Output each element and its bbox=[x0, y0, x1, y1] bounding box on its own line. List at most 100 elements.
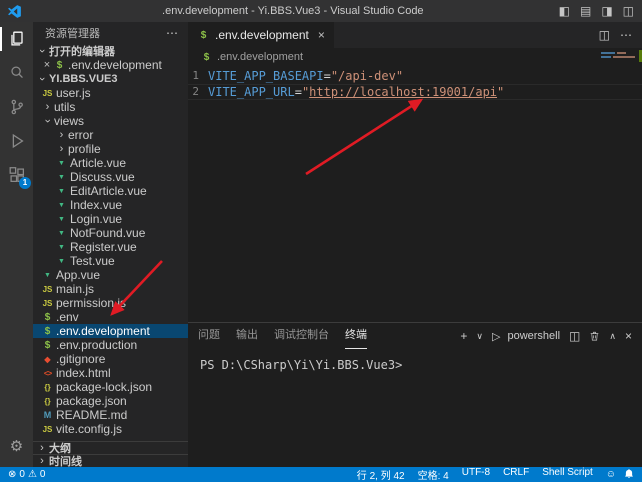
activity-search[interactable] bbox=[0, 56, 33, 90]
editor-group: $ .env.development × ◫ ⋯ $ .env.developm… bbox=[188, 22, 642, 322]
status-icons: ☺ bbox=[606, 468, 634, 482]
close-panel-icon[interactable]: × bbox=[625, 329, 632, 343]
status-cursor-position[interactable]: 行 2, 列 42 bbox=[357, 467, 405, 482]
open-editors-header[interactable]: › 打开的编辑器 bbox=[33, 44, 188, 58]
panel-tab-terminal[interactable]: 终端 bbox=[345, 323, 367, 349]
minimap[interactable] bbox=[601, 52, 637, 60]
more-actions-icon[interactable]: ⋯ bbox=[620, 28, 632, 42]
tree-item-NotFound.vue[interactable]: ▼NotFound.vue bbox=[33, 226, 188, 240]
toggle-sidebar-icon[interactable]: ◧ bbox=[559, 4, 570, 18]
tree-item-package.json[interactable]: {}package.json bbox=[33, 394, 188, 408]
tab-env-development[interactable]: $ .env.development × bbox=[188, 22, 334, 48]
chevron-down-icon[interactable]: ∨ bbox=[476, 331, 483, 342]
file-label: .env bbox=[56, 310, 79, 324]
status-problems[interactable]: ⊗ 0 ⚠ 0 bbox=[8, 469, 45, 480]
tree-item-EditArticle.vue[interactable]: ▼EditArticle.vue bbox=[33, 184, 188, 198]
tree-item-.env[interactable]: $.env bbox=[33, 310, 188, 324]
close-icon[interactable]: × bbox=[41, 59, 53, 71]
sidebar-explorer: 资源管理器 ⋯ › 打开的编辑器 × $ .env.development › … bbox=[33, 22, 188, 467]
tree-item-utils[interactable]: ›utils bbox=[33, 100, 188, 114]
file-label: Login.vue bbox=[70, 212, 122, 226]
tree-item-permission.js[interactable]: JSpermission.js bbox=[33, 296, 188, 310]
editor-actions: ◫ ⋯ bbox=[599, 22, 642, 48]
notifications-bell-icon[interactable] bbox=[624, 468, 634, 482]
tree-item-Index.vue[interactable]: ▼Index.vue bbox=[33, 198, 188, 212]
tree-item-Discuss.vue[interactable]: ▼Discuss.vue bbox=[33, 170, 188, 184]
tree-item-Login.vue[interactable]: ▼Login.vue bbox=[33, 212, 188, 226]
activity-settings[interactable]: ⚙ bbox=[0, 429, 33, 463]
status-indentation[interactable]: 空格: 4 bbox=[418, 467, 449, 482]
toggle-panel-icon[interactable]: ▤ bbox=[580, 4, 591, 18]
panel-header: 问题输出调试控制台终端 + ∨ ▷ powershell ◫ ∧ × bbox=[188, 323, 642, 349]
line-number: 1 bbox=[188, 68, 208, 84]
timeline-section[interactable]: › 时间线 bbox=[33, 454, 188, 467]
tree-item-Article.vue[interactable]: ▼Article.vue bbox=[33, 156, 188, 170]
tree-item-.gitignore[interactable]: ◆.gitignore bbox=[33, 352, 188, 366]
tree-item-views[interactable]: ›views bbox=[33, 114, 188, 128]
gear-icon: ⚙ bbox=[10, 437, 23, 455]
chevron-right-icon: › bbox=[36, 442, 48, 454]
file-label: .env.development bbox=[56, 324, 150, 338]
terminal-instance[interactable]: ▷ powershell bbox=[492, 330, 560, 343]
tree-item-Test.vue[interactable]: ▼Test.vue bbox=[33, 254, 188, 268]
shellscript-icon: $ bbox=[197, 30, 210, 41]
git-branch-icon bbox=[7, 97, 27, 117]
close-icon[interactable]: × bbox=[318, 28, 325, 42]
panel-tab-debug-console[interactable]: 调试控制台 bbox=[274, 323, 329, 349]
js-icon: JS bbox=[41, 89, 54, 98]
split-terminal-icon[interactable]: ◫ bbox=[569, 329, 580, 343]
status-bar: ⊗ 0 ⚠ 0 行 2, 列 42 空格: 4 UTF-8 CRLF Shell Scr… bbox=[0, 467, 642, 482]
tree-item-package-lock.json[interactable]: {}package-lock.json bbox=[33, 380, 188, 394]
activity-extensions[interactable]: 1 bbox=[0, 158, 33, 192]
tree-item-profile[interactable]: ›profile bbox=[33, 142, 188, 156]
customize-layout-icon[interactable]: ◫ bbox=[623, 4, 634, 18]
workspace-root-header[interactable]: › YI.BBS.VUE3 bbox=[33, 72, 188, 86]
file-label: Article.vue bbox=[70, 156, 126, 170]
tree-item-.env.development[interactable]: $.env.development bbox=[33, 324, 188, 338]
activity-source-control[interactable] bbox=[0, 90, 33, 124]
code-token: VITE_APP_BASEAPI bbox=[208, 69, 324, 83]
code-line-1: 1VITE_APP_BASEAPI="/api-dev" bbox=[188, 68, 642, 84]
tree-item-vite.config.js[interactable]: JSvite.config.js bbox=[33, 422, 188, 436]
tree-item-error[interactable]: ›error bbox=[33, 128, 188, 142]
terminal-output[interactable]: PS D:\CSharp\Yi\Yi.BBS.Vue3> bbox=[188, 349, 642, 372]
activity-run-debug[interactable] bbox=[0, 124, 33, 158]
panel-tab-problems[interactable]: 问题 bbox=[198, 323, 220, 349]
new-terminal-icon[interactable]: + bbox=[460, 329, 467, 343]
tree-item-index.html[interactable]: <>index.html bbox=[33, 366, 188, 380]
tree-item-.env.production[interactable]: $.env.production bbox=[33, 338, 188, 352]
tree-item-App.vue[interactable]: ▼App.vue bbox=[33, 268, 188, 282]
code-token: VITE_APP_URL bbox=[208, 85, 295, 99]
vscode-logo-icon bbox=[8, 5, 21, 18]
tab-bar: $ .env.development × ◫ ⋯ bbox=[188, 22, 642, 48]
search-icon bbox=[7, 63, 27, 83]
tree-item-main.js[interactable]: JSmain.js bbox=[33, 282, 188, 296]
extensions-badge: 1 bbox=[19, 177, 31, 189]
tree-item-Register.vue[interactable]: ▼Register.vue bbox=[33, 240, 188, 254]
toggle-secondary-sidebar-icon[interactable]: ◨ bbox=[601, 4, 612, 18]
more-actions-icon[interactable]: ⋯ bbox=[166, 26, 178, 40]
kill-terminal-icon[interactable] bbox=[589, 330, 600, 342]
activity-explorer[interactable] bbox=[0, 22, 33, 56]
layout-controls: ◧ ▤ ◨ ◫ bbox=[559, 4, 634, 18]
file-label: App.vue bbox=[56, 268, 100, 282]
status-eol[interactable]: CRLF bbox=[503, 467, 529, 482]
vue-icon: ▼ bbox=[41, 272, 54, 279]
panel-tab-output[interactable]: 输出 bbox=[236, 323, 258, 349]
feedback-smiley-icon[interactable]: ☺ bbox=[606, 469, 616, 480]
code-lines[interactable]: 1VITE_APP_BASEAPI="/api-dev"2VITE_APP_UR… bbox=[188, 66, 642, 100]
open-editor-item[interactable]: × $ .env.development bbox=[33, 58, 188, 72]
breadcrumb[interactable]: $ .env.development bbox=[188, 48, 642, 66]
status-language-mode[interactable]: Shell Script bbox=[542, 467, 593, 482]
file-label: package-lock.json bbox=[56, 380, 152, 394]
line-content: VITE_APP_BASEAPI="/api-dev" bbox=[208, 68, 403, 84]
split-editor-icon[interactable]: ◫ bbox=[599, 28, 610, 42]
tree-item-README.md[interactable]: MREADME.md bbox=[33, 408, 188, 422]
status-encoding[interactable]: UTF-8 bbox=[462, 467, 490, 482]
file-label: views bbox=[54, 114, 84, 128]
code-token: "/api-dev" bbox=[331, 69, 403, 83]
tree-item-user.js[interactable]: JSuser.js bbox=[33, 86, 188, 100]
file-label: error bbox=[68, 128, 93, 142]
code-token: http://localhost:19001/api bbox=[309, 85, 497, 99]
maximize-panel-icon[interactable]: ∧ bbox=[609, 331, 616, 342]
